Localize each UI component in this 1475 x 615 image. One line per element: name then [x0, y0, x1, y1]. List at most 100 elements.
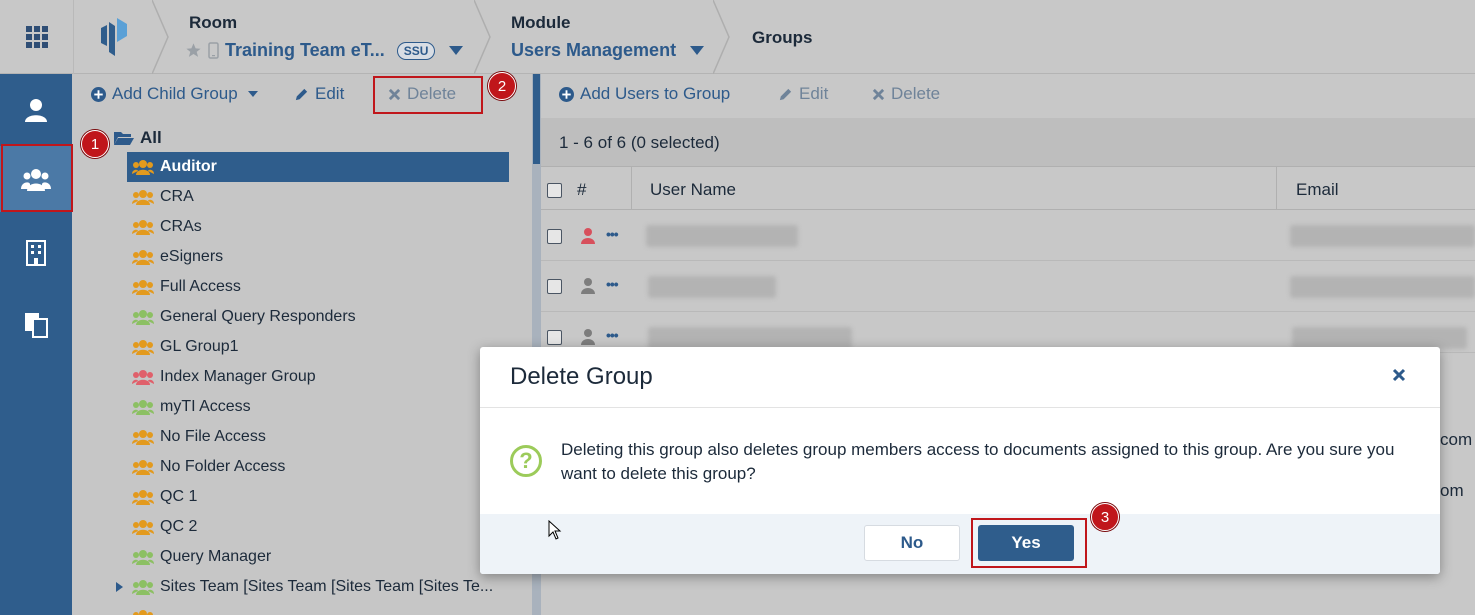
redacted-email [1290, 276, 1475, 298]
tree-item-label: Full Access [160, 278, 241, 295]
column-divider [1276, 166, 1277, 210]
plus-circle-icon [91, 86, 106, 102]
dialog-message: Deleting this group also deletes group m… [561, 440, 1395, 483]
select-all-checkbox[interactable] [547, 183, 562, 198]
close-icon [1392, 368, 1406, 382]
tree-item-group[interactable]: No File Access [127, 422, 509, 452]
tree-item-group[interactable]: CRAs [127, 212, 509, 242]
row-actions-icon[interactable]: ••• [606, 327, 619, 343]
users-group-icon [132, 220, 154, 235]
users-group-icon [132, 190, 154, 205]
chevron-down-icon [449, 46, 464, 55]
redacted-user-name [646, 225, 798, 247]
dialog-close-button[interactable] [1392, 365, 1406, 388]
column-email[interactable]: Email [1296, 180, 1339, 200]
user-icon [581, 228, 595, 244]
tree-item-label: CRA [160, 188, 194, 205]
row-actions-icon[interactable]: ••• [606, 276, 619, 292]
users-group-icon [132, 160, 154, 175]
users-group-icon [132, 550, 154, 565]
users-group-icon [132, 580, 154, 595]
expand-arrow-icon[interactable] [116, 582, 123, 592]
pencil-icon [779, 88, 792, 100]
pencil-icon [295, 88, 308, 100]
row-checkbox[interactable] [547, 330, 562, 345]
step-badge-3: 3 [1091, 503, 1119, 531]
top-bar: Room Training Team eT... SSU Module User… [0, 0, 1475, 74]
add-users-to-group-button[interactable]: Add Users to Group [559, 84, 730, 104]
selection-count: 1 - 6 of 6 (0 selected) [559, 133, 720, 152]
module-name: Users Management [511, 40, 677, 60]
app-launcher-button[interactable] [0, 0, 74, 74]
tree-item-label: myTI Access [160, 398, 251, 415]
ssu-badge: SSU [396, 41, 436, 60]
delete-group-dialog: Delete Group ? Deleting this group also … [480, 347, 1440, 574]
tree-item-group[interactable]: Auditor [127, 152, 509, 182]
tree-item-label: No Folder Access [160, 458, 286, 475]
tree-item-group[interactable]: Full Access [127, 272, 509, 302]
breadcrumb-separator [713, 0, 730, 74]
no-button[interactable]: No [864, 525, 960, 561]
column-user-name[interactable]: User Name [650, 180, 736, 200]
column-number: # [577, 180, 587, 199]
tree-item-label: Index Manager Group [160, 368, 316, 385]
dialog-title: Delete Group [510, 363, 653, 390]
folder-open-icon [114, 132, 134, 145]
tree-root-all[interactable]: All [114, 128, 162, 148]
grid-icon [25, 26, 48, 48]
room-label: Room [189, 13, 238, 32]
users-group-icon [132, 460, 154, 475]
tree-item-group[interactable]: Index Manager Group [127, 362, 509, 392]
tree-item-group[interactable]: QC 1 [127, 482, 509, 512]
edit-group-button[interactable]: Edit [294, 84, 344, 104]
column-divider [631, 166, 632, 210]
row-actions-icon[interactable]: ••• [606, 226, 619, 242]
add-child-group-button[interactable]: Add Child Group [91, 84, 258, 104]
close-icon [872, 88, 885, 100]
tree-item-label: GL Group1 [160, 338, 239, 355]
logo-icon [101, 18, 127, 56]
nav-building[interactable] [0, 220, 72, 286]
tree-item-group[interactable]: General Query Responders [127, 302, 509, 332]
tree-item-group[interactable]: No Folder Access [127, 452, 509, 482]
star-icon[interactable] [185, 42, 202, 59]
splitter-handle[interactable] [533, 74, 540, 164]
row-checkbox[interactable] [547, 279, 562, 294]
building-icon [26, 240, 46, 266]
users-group-icon [132, 370, 154, 385]
mouse-cursor-icon [548, 520, 562, 540]
tree-item-label: Query Manager [160, 548, 272, 565]
tree-item-group[interactable]: Query Manager [127, 542, 509, 572]
users-group-icon [132, 310, 154, 325]
users-group-icon [132, 340, 154, 355]
tree-item-label: CRAs [160, 218, 202, 235]
mobile-icon [208, 42, 219, 59]
users-group-icon [132, 490, 154, 505]
tree-item-group[interactable]: GL Group1 [127, 332, 509, 362]
email-fragment: com [1440, 430, 1473, 449]
current-page-title: Groups [752, 28, 813, 47]
tree-item-group[interactable]: Sites Team [Sites Team [Sites Team [Site… [127, 572, 509, 602]
delete-user-button[interactable]: Delete [872, 84, 940, 104]
users-group-icon [132, 430, 154, 445]
breadcrumb-separator [152, 0, 169, 74]
dialog-divider [480, 407, 1440, 408]
tree-item-label: General Query Responders [160, 308, 356, 325]
redacted-user-name [648, 327, 852, 349]
groups-tree-panel: Add Child Group Edit Delete All Auditor C… [72, 74, 532, 615]
tree-item-label: QC 2 [160, 518, 198, 535]
tree-item-group[interactable]: QC 2 [127, 512, 509, 542]
users-group-icon [132, 400, 154, 415]
module-selector[interactable]: Users Management [511, 40, 705, 61]
step-badge-1: 1 [81, 130, 109, 158]
tree-item-group[interactable]: eSigners [127, 242, 509, 272]
edit-user-button[interactable]: Edit [778, 84, 828, 104]
room-selector[interactable]: Training Team eT... SSU [185, 40, 464, 61]
nav-user[interactable] [0, 77, 72, 143]
tree-item-group[interactable]: CRA [127, 182, 509, 212]
tree-item-group[interactable]: myTI Access [127, 392, 509, 422]
nav-documents[interactable] [0, 292, 72, 358]
users-group-icon [132, 280, 154, 295]
row-checkbox[interactable] [547, 229, 562, 244]
documents-icon [25, 313, 48, 338]
